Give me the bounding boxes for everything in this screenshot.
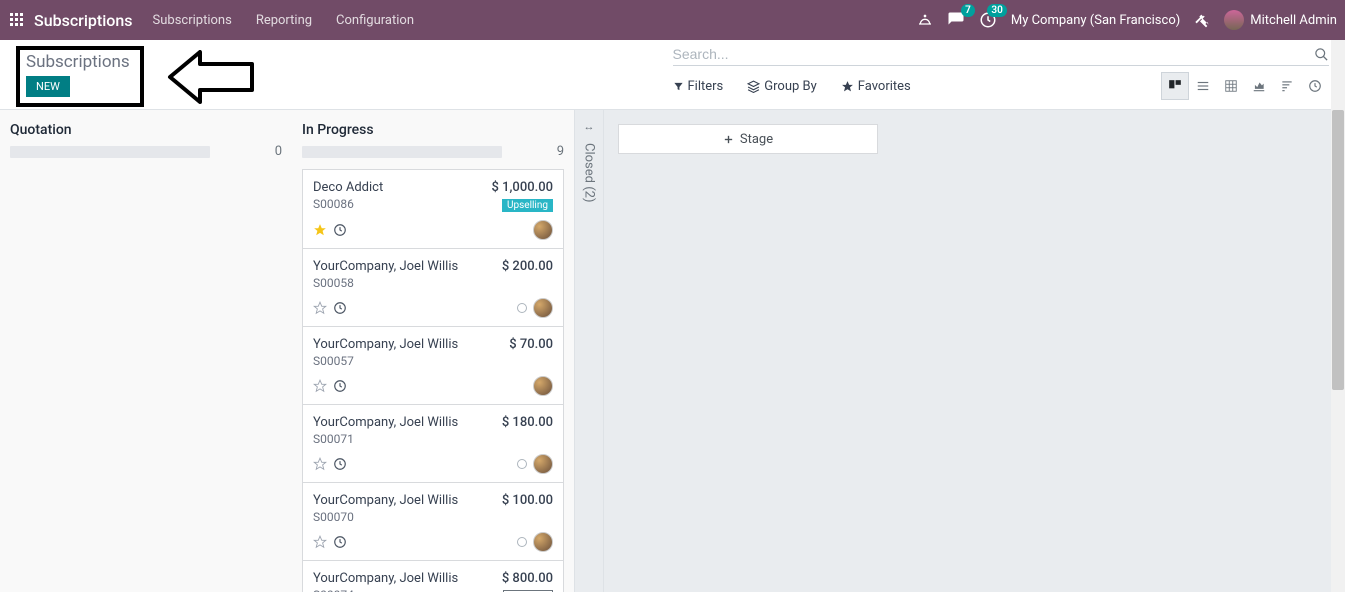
kanban-card[interactable]: YourCompany, Joel Willis S00058 $ 200.00	[302, 248, 564, 327]
card-tag: Upselling	[502, 199, 553, 212]
card-customer: YourCompany, Joel Willis	[313, 415, 458, 430]
star-icon[interactable]	[313, 379, 327, 393]
card-amount: $ 200.00	[502, 259, 553, 274]
card-amount: $ 180.00	[502, 415, 553, 430]
column-quotation-count: 0	[270, 144, 282, 159]
graph-view-button[interactable]	[1245, 72, 1273, 100]
card-amount: $ 800.00	[502, 571, 553, 586]
search-icon[interactable]	[1314, 47, 1329, 62]
column-quotation-progress	[10, 146, 210, 158]
filters-label: Filters	[688, 79, 724, 94]
control-panel: Subscriptions NEW Filters	[0, 40, 1345, 110]
top-nav: Subscriptions Subscriptions Reporting Co…	[0, 0, 1345, 40]
card-list: Deco Addict S00086 $ 1,000.00 Upselling Your…	[302, 169, 568, 592]
kanban-view-button[interactable]	[1161, 72, 1189, 100]
card-reference: S00058	[313, 276, 458, 290]
highlight-box: Subscriptions NEW	[16, 46, 144, 107]
messages-badge: 7	[961, 4, 975, 17]
status-dot-icon	[517, 303, 527, 313]
user-name: Mitchell Admin	[1250, 13, 1337, 28]
activity-clock-icon[interactable]	[333, 379, 347, 393]
brand-title[interactable]: Subscriptions	[34, 11, 133, 30]
kanban-card[interactable]: YourCompany, Joel Willis S00057 $ 70.00	[302, 326, 564, 405]
column-closed-label: Closed (2)	[582, 143, 597, 202]
star-icon[interactable]	[313, 301, 327, 315]
assignee-avatar-icon[interactable]	[533, 220, 553, 240]
page-title: Subscriptions	[26, 52, 130, 72]
card-amount: $ 1,000.00	[492, 180, 553, 195]
add-stage-button[interactable]: Stage	[618, 124, 878, 154]
user-avatar-icon	[1224, 10, 1244, 30]
pivot-view-button[interactable]	[1217, 72, 1245, 100]
star-icon[interactable]	[313, 457, 327, 471]
nav-reporting[interactable]: Reporting	[256, 13, 312, 28]
list-view-button[interactable]	[1189, 72, 1217, 100]
messages-icon[interactable]: 7	[947, 11, 965, 29]
column-in-progress-count: 9	[552, 144, 564, 159]
favorites-button[interactable]: Favorites	[841, 79, 911, 94]
column-in-progress-progress	[302, 146, 502, 158]
column-in-progress: In Progress 9 Deco Addict S00086 $ 1,000.0…	[292, 110, 574, 592]
card-reference: S00074	[313, 588, 458, 592]
card-reference: S00086	[313, 197, 383, 211]
activity-view-button[interactable]	[1301, 72, 1329, 100]
activity-clock-icon[interactable]	[333, 535, 347, 549]
card-amount: $ 100.00	[502, 493, 553, 508]
search-bar[interactable]	[673, 46, 1330, 66]
card-customer: Deco Addict	[313, 180, 383, 195]
apps-icon[interactable]	[8, 11, 26, 29]
card-reference: S00070	[313, 510, 458, 524]
groupby-label: Group By	[764, 79, 817, 94]
arrow-annotation-icon	[166, 50, 256, 104]
status-dot-icon	[517, 459, 527, 469]
activities-badge: 30	[987, 4, 1006, 17]
card-customer: YourCompany, Joel Willis	[313, 571, 458, 586]
activities-icon[interactable]: 30	[979, 11, 997, 29]
assignee-avatar-icon[interactable]	[533, 532, 553, 552]
column-closed-folded[interactable]: ↔ Closed (2)	[574, 110, 604, 592]
cohort-view-button[interactable]	[1273, 72, 1301, 100]
kanban-board: Quotation 0 In Progress 9 Deco Addict S00…	[0, 110, 1345, 592]
filters-button[interactable]: Filters	[673, 79, 724, 94]
support-icon[interactable]	[917, 12, 933, 28]
card-customer: YourCompany, Joel Willis	[313, 259, 458, 274]
kanban-empty-area: Stage	[604, 110, 1345, 592]
status-dot-icon	[517, 537, 527, 547]
card-amount: $ 70.00	[509, 337, 553, 352]
assignee-avatar-icon[interactable]	[533, 376, 553, 396]
scrollbar-track[interactable]	[1331, 40, 1345, 592]
card-customer: YourCompany, Joel Willis	[313, 493, 458, 508]
activity-clock-icon[interactable]	[333, 457, 347, 471]
favorites-label: Favorites	[858, 79, 911, 94]
add-stage-label: Stage	[740, 132, 773, 147]
activity-clock-icon[interactable]	[333, 223, 347, 237]
column-quotation-title[interactable]: Quotation	[10, 122, 72, 138]
search-input[interactable]	[673, 46, 1315, 62]
kanban-card[interactable]: YourCompany, Joel Willis S00070 $ 100.00	[302, 482, 564, 561]
column-in-progress-title[interactable]: In Progress	[302, 122, 374, 138]
user-menu[interactable]: Mitchell Admin	[1224, 10, 1337, 30]
groupby-button[interactable]: Group By	[747, 79, 817, 94]
new-button[interactable]: NEW	[26, 76, 70, 97]
nav-subscriptions[interactable]: Subscriptions	[153, 13, 232, 28]
scrollbar-thumb[interactable]	[1332, 110, 1344, 390]
card-customer: YourCompany, Joel Willis	[313, 337, 458, 352]
kanban-card[interactable]: YourCompany, Joel WillisS00074$ 800.00Re…	[302, 560, 564, 592]
column-quotation: Quotation 0	[0, 110, 292, 592]
kanban-card[interactable]: Deco Addict S00086 $ 1,000.00 Upselling	[302, 169, 564, 249]
assignee-avatar-icon[interactable]	[533, 454, 553, 474]
activity-clock-icon[interactable]	[333, 301, 347, 315]
nav-configuration[interactable]: Configuration	[336, 13, 414, 28]
card-reference: S00057	[313, 354, 458, 368]
company-switcher[interactable]: My Company (San Francisco)	[1011, 13, 1180, 28]
star-icon[interactable]	[313, 223, 327, 237]
star-icon[interactable]	[313, 535, 327, 549]
assignee-avatar-icon[interactable]	[533, 298, 553, 318]
debug-icon[interactable]	[1194, 12, 1210, 28]
card-reference: S00071	[313, 432, 458, 446]
unfold-icon: ↔	[584, 120, 595, 133]
kanban-card[interactable]: YourCompany, Joel Willis S00071 $ 180.00	[302, 404, 564, 483]
